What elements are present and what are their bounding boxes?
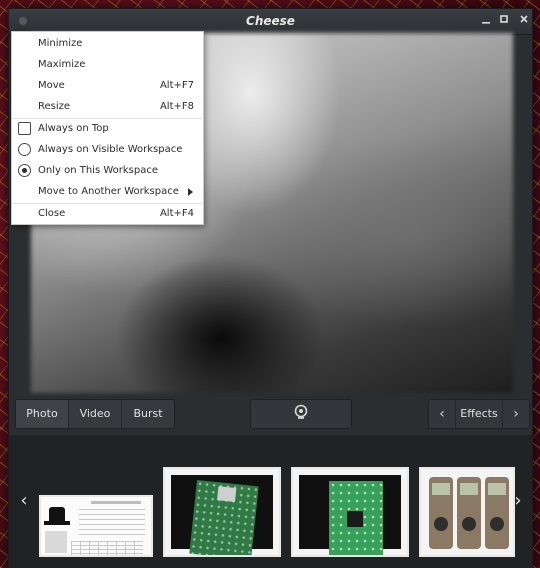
menu-item-minimize[interactable]: Minimize [12, 33, 203, 54]
hat-brim-graphic [44, 521, 70, 525]
effects-control: ‹ Effects › [428, 399, 530, 429]
checkbox-icon [18, 122, 31, 135]
webcam-icon [293, 404, 309, 424]
document-heading-graphic [91, 501, 141, 504]
close-icon[interactable] [516, 13, 532, 29]
video-mode-button[interactable]: Video [69, 400, 122, 428]
photo-mode-button[interactable]: Photo [16, 400, 69, 428]
thumbnail-strip: ‹ › [9, 435, 532, 568]
maximize-icon[interactable] [496, 13, 512, 29]
minimize-icon[interactable] [478, 13, 494, 29]
capture-controls: Photo Video Burst ‹ Effects › [15, 399, 530, 429]
thumbnail-document[interactable] [39, 495, 153, 557]
thumbnail-circuit-board[interactable] [163, 467, 281, 557]
circuit-board-graphic [189, 479, 259, 555]
take-photo-button[interactable] [250, 399, 352, 429]
menu-item-maximize[interactable]: Maximize [12, 54, 203, 75]
mode-switcher: Photo Video Burst [15, 399, 175, 429]
window-title: Cheese [246, 14, 295, 28]
menu-item-only-on-this-workspace[interactable]: Only on This Workspace [12, 160, 203, 181]
effects-button[interactable]: Effects [455, 400, 503, 428]
thumbnails-prev-button[interactable]: ‹ [15, 490, 33, 511]
photo-background [299, 475, 401, 555]
thumbnail-multimeters[interactable] [419, 467, 515, 557]
radio-selected-icon [18, 164, 31, 177]
radio-icon [18, 143, 31, 156]
circuit-board-graphic [329, 481, 383, 555]
menu-item-always-on-top[interactable]: Always on Top [12, 118, 203, 139]
thumbnail-circuit-board[interactable] [291, 467, 409, 557]
menu-item-move[interactable]: Move Alt+F7 [12, 75, 203, 96]
document-image-graphic [45, 531, 67, 553]
menu-item-close[interactable]: Close Alt+F4 [12, 203, 203, 224]
menu-item-always-on-visible-workspace[interactable]: Always on Visible Workspace [12, 139, 203, 160]
effects-prev-button[interactable]: ‹ [429, 400, 455, 428]
document-table-graphic [71, 541, 143, 555]
window-context-menu: Minimize Maximize Move Alt+F7 Resize Alt… [11, 31, 204, 225]
effects-next-button[interactable]: › [503, 400, 529, 428]
multimeter-graphic [457, 477, 481, 549]
menu-item-resize[interactable]: Resize Alt+F8 [12, 96, 203, 117]
burst-mode-button[interactable]: Burst [122, 400, 174, 428]
document-lines-graphic [79, 509, 145, 539]
menu-item-move-to-another-workspace[interactable]: Move to Another Workspace [12, 181, 203, 202]
multimeter-graphic [429, 477, 453, 549]
photo-background [171, 475, 273, 555]
submenu-arrow-icon [188, 188, 193, 196]
multimeter-graphic [485, 477, 509, 549]
thumbnails-next-button[interactable]: › [509, 490, 527, 511]
